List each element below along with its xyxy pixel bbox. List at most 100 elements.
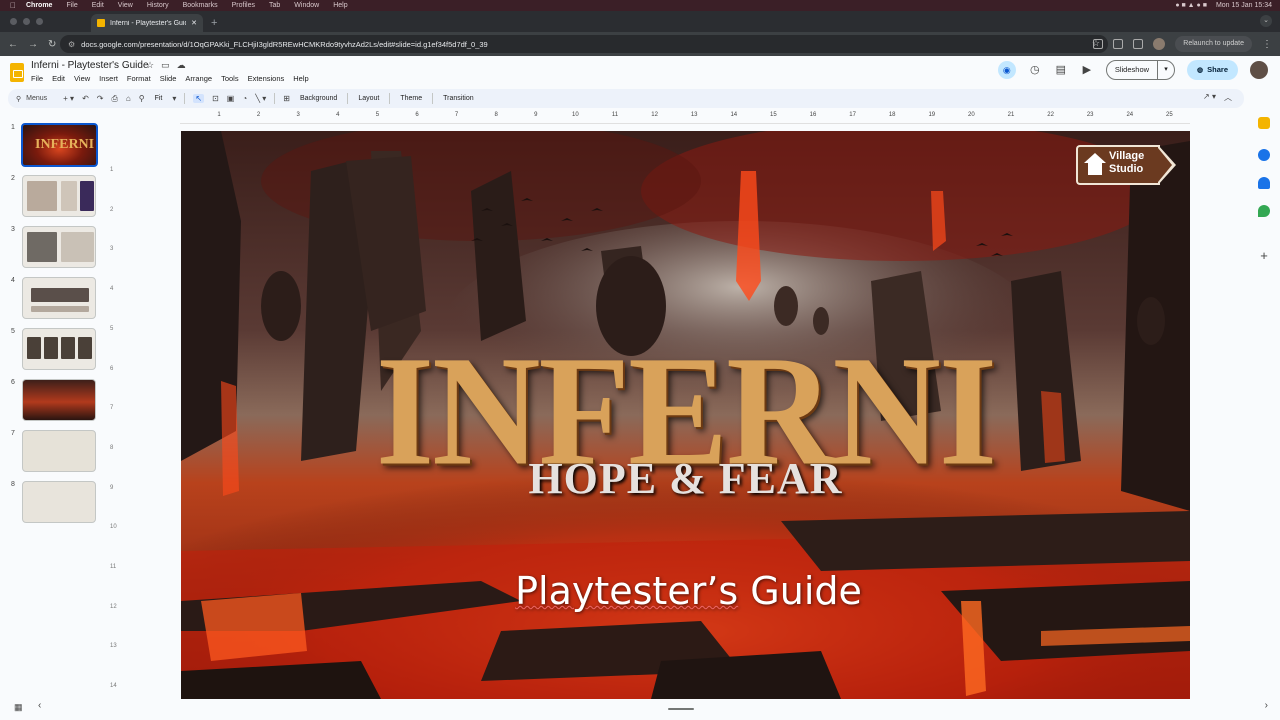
apple-icon[interactable]:  [10,1,16,10]
paint-format-icon[interactable]: ⌂ [126,94,131,103]
move-folder-icon[interactable]: ▭ [161,60,170,71]
slide-thumbnail-2[interactable] [22,175,96,217]
side-panel-icon[interactable] [1133,39,1144,49]
speaker-notes-handle[interactable] [668,708,694,710]
meet-video-icon[interactable]: ▶ [1080,63,1094,77]
docs-menu-insert[interactable]: Insert [99,74,118,83]
star-icon[interactable]: ☆ [146,60,154,71]
cloud-status-icon[interactable]: ☁ [177,60,186,71]
slides-logo-icon[interactable] [10,63,24,82]
docs-menu-view[interactable]: View [74,74,90,83]
menu-edit[interactable]: Edit [92,2,104,9]
user-avatar[interactable] [1250,61,1268,79]
minimize-window-button[interactable] [23,18,30,25]
collapse-toolbar-icon[interactable]: ︿ [1224,92,1232,103]
slide-canvas[interactable]: Village Studio INFERNI HOPE & FEAR Playte… [181,131,1190,699]
background-button[interactable]: Background [300,95,337,102]
filmstrip-item[interactable]: 6 [0,379,108,423]
print-icon[interactable]: ⎙ [111,94,117,104]
share-button[interactable]: ◍ Share [1187,60,1238,80]
docs-menu-format[interactable]: Format [127,74,151,83]
slide-thumbnail-8[interactable] [22,481,96,523]
slide-thumbnail-5[interactable] [22,328,96,370]
forward-icon[interactable]: → [28,39,38,50]
menu-help[interactable]: Help [333,2,347,9]
browser-tab-active[interactable]: Inferni - Playtester's Guide - ✕ [91,14,203,32]
docs-menu-slide[interactable]: Slide [160,74,177,83]
slide-thumbnail-3[interactable] [22,226,96,268]
menu-file[interactable]: File [66,2,77,9]
zoom-window-button[interactable] [36,18,43,25]
extension-icon[interactable] [1093,39,1104,49]
site-info-icon[interactable]: ⚙ [68,40,75,49]
slide-thumbnail-7[interactable] [22,430,96,472]
docs-menu-file[interactable]: File [31,74,43,83]
menu-profiles[interactable]: Profiles [232,2,255,9]
omnibox[interactable]: ⚙ docs.google.com/presentation/d/1OqGPAK… [60,35,1108,53]
maps-icon[interactable] [1258,205,1270,217]
slide-thumbnail-6[interactable] [22,379,96,421]
chrome-menu-icon[interactable]: ⋮ [1262,39,1272,50]
zoom-select[interactable]: Fit [155,95,163,102]
menu-bookmarks[interactable]: Bookmarks [183,2,218,9]
slideshow-button[interactable]: Slideshow [1107,61,1159,79]
back-icon[interactable]: ← [8,39,18,50]
reload-icon[interactable]: ↻ [48,39,56,50]
slide-thumbnail-1[interactable]: INFERNI [21,123,98,167]
history-icon[interactable]: ◷ [1028,63,1042,77]
horizontal-ruler[interactable]: 1 2 3 4 5 6 7 8 9 10 11 12 13 14 15 16 17 18 19 20 21 22 23 24 2… [180,112,1190,124]
zoom-icon[interactable]: ⚲ [139,94,145,103]
add-addon-icon[interactable]: + [1258,249,1270,262]
menu-search[interactable]: ⚲ Menus [16,95,47,103]
url-text[interactable]: docs.google.com/presentation/d/1OqGPAKki… [81,40,488,49]
filmstrip-item[interactable]: 4 [0,277,108,321]
image-icon[interactable]: ▣ [227,94,235,103]
transition-button[interactable]: Transition [443,95,473,102]
shape-icon[interactable]: ◔ [242,94,247,103]
menu-view[interactable]: View [118,2,133,9]
contacts-icon[interactable] [1258,177,1270,189]
slide-thumbnail-4[interactable] [22,277,96,319]
filmstrip-item[interactable]: 3 [0,226,108,270]
line-icon[interactable]: ╲ ▾ [255,94,266,103]
slide-subtitle[interactable]: Playtester’s Guide [181,569,1190,613]
filmstrip-item[interactable]: 1 INFERNI [0,123,108,168]
redo-icon[interactable]: ↷ [97,94,104,103]
new-slide-icon[interactable]: + ▾ [63,94,74,103]
relaunch-button[interactable]: Relaunch to update [1175,36,1252,52]
docs-menu-arrange[interactable]: Arrange [185,74,212,83]
zoom-dropdown-icon[interactable]: ▾ [172,94,176,103]
profile-avatar[interactable] [1153,38,1166,50]
menu-history[interactable]: History [147,2,169,9]
comment-add-icon[interactable]: ⊞ [283,94,290,103]
slideshow-dropdown-icon[interactable]: ▾ [1158,61,1174,79]
filmstrip-item[interactable]: 2 [0,175,108,219]
grid-view-icon[interactable]: ▦ [14,702,23,713]
text-box-icon[interactable]: ⊡ [212,94,219,103]
close-tab-icon[interactable]: ✕ [191,19,197,27]
layout-button[interactable]: Layout [358,95,379,102]
status-icons[interactable]: ● ■ ▲ ● ■ [1175,2,1207,9]
comments-icon[interactable]: ▤ [1054,63,1068,77]
menu-window[interactable]: Window [294,2,319,9]
expand-side-panel-icon[interactable]: › [1265,700,1268,711]
menu-chrome[interactable]: Chrome [26,2,52,9]
presenter-icon[interactable]: ◉ [997,61,1016,79]
new-tab-button[interactable]: + [211,17,217,32]
docs-menu-help[interactable]: Help [293,74,308,83]
close-window-button[interactable] [10,18,17,25]
theme-button[interactable]: Theme [400,95,422,102]
filmstrip-item[interactable]: 8 [0,481,108,525]
undo-icon[interactable]: ↶ [82,94,89,103]
filmstrip-item[interactable]: 5 [0,328,108,372]
docs-menu-extensions[interactable]: Extensions [248,74,285,83]
pointer-mode-icon[interactable]: ↗ ▾ [1203,92,1216,103]
docs-menu-edit[interactable]: Edit [52,74,65,83]
docs-menu-tools[interactable]: Tools [221,74,239,83]
document-title[interactable]: Inferni - Playtester's Guide [31,60,149,71]
tab-search-chevron-icon[interactable]: ⌄ [1260,15,1272,27]
menu-tab[interactable]: Tab [269,2,280,9]
clock[interactable]: Mon 15 Jan 15:34 [1216,2,1272,9]
slide-tagline[interactable]: HOPE & FEAR [181,453,1190,504]
select-tool-icon[interactable]: ↖ [193,94,205,103]
